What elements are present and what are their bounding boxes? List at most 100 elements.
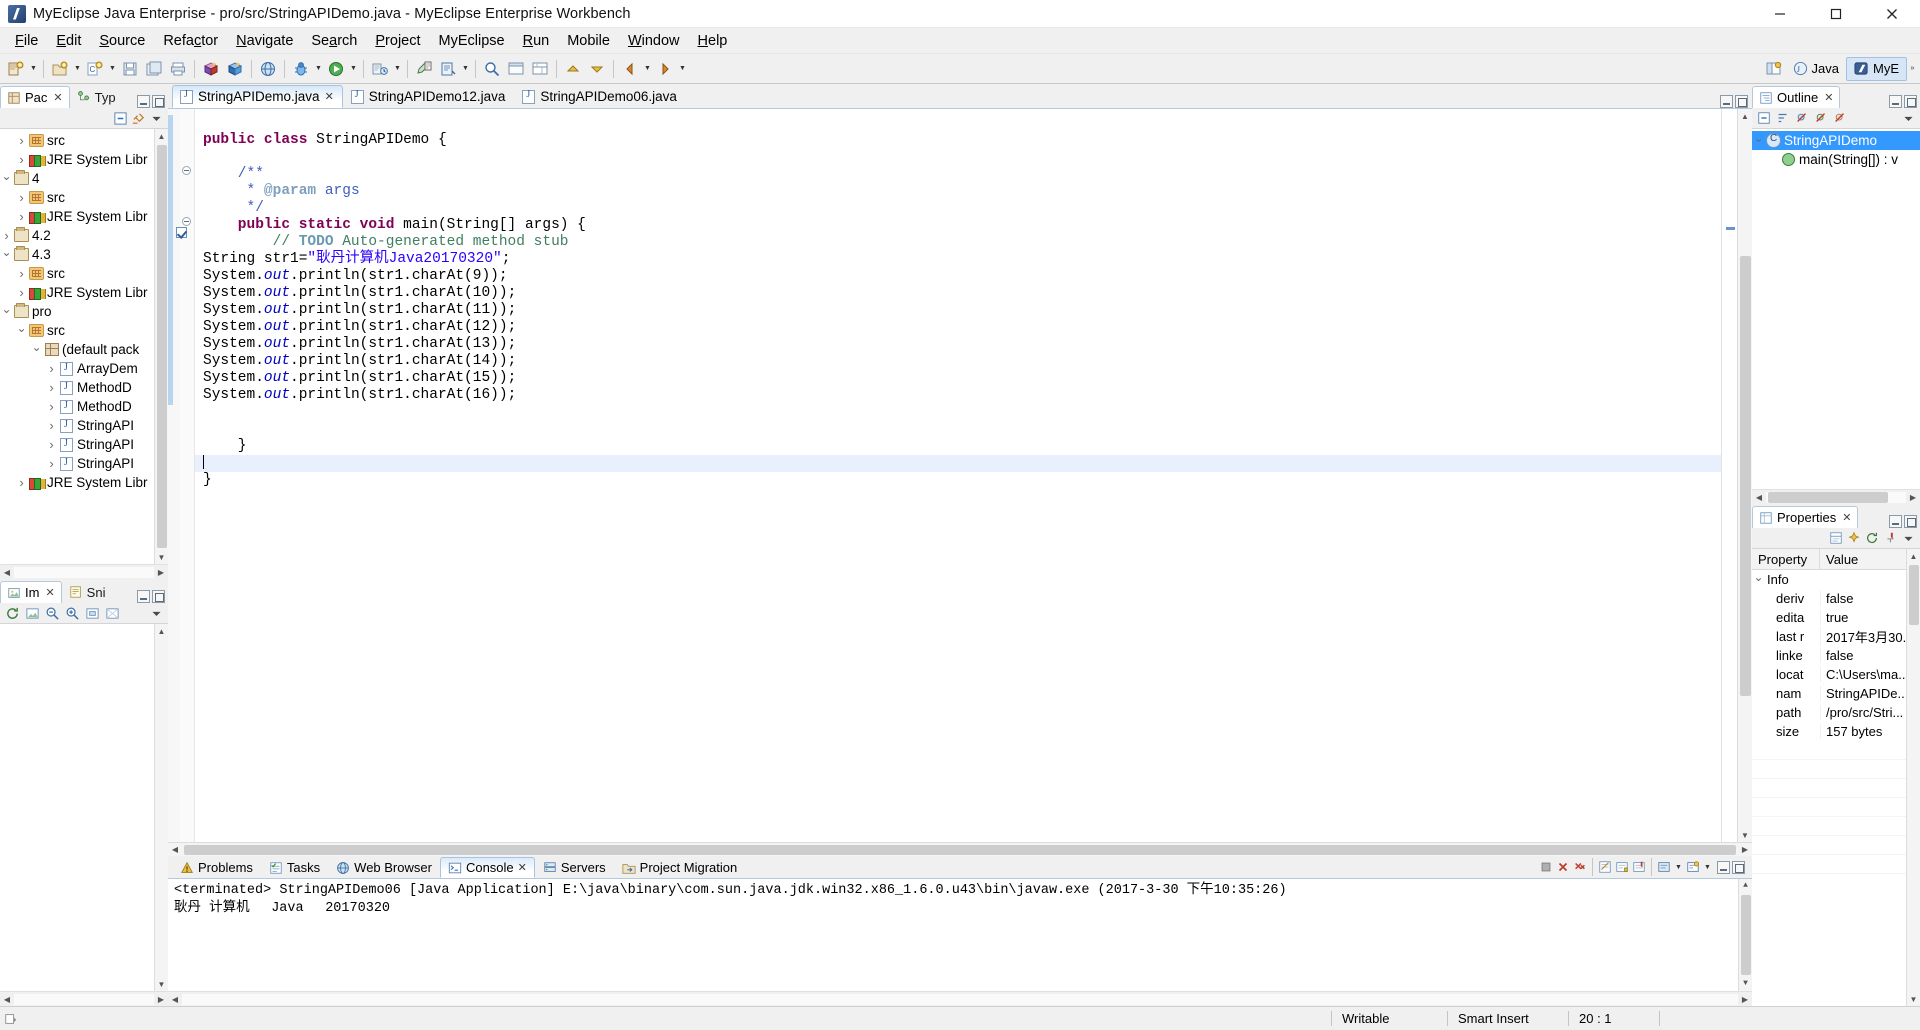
menu-window[interactable]: Window xyxy=(619,30,689,52)
tab-image-viewer[interactable]: Im ✕ xyxy=(0,581,62,603)
menu-file[interactable]: File xyxy=(6,30,47,52)
menu-run[interactable]: Run xyxy=(514,30,559,52)
hscroll-track[interactable] xyxy=(14,993,154,1005)
scroll-down-icon[interactable]: ▼ xyxy=(1907,992,1920,1006)
outline-hscroll[interactable]: ◀ ▶ xyxy=(1752,489,1920,504)
package-explorer-body[interactable]: src JRE System Libr 4 src JRE System Libr 4.2… xyxy=(0,129,168,564)
console-scrollbar[interactable]: ▲ ▼ xyxy=(1738,879,1752,991)
properties-row[interactable]: nam StringAPIDe... xyxy=(1752,684,1906,703)
tab-properties[interactable]: Properties ✕ xyxy=(1752,506,1859,528)
show-categories-icon[interactable] xyxy=(1828,530,1844,546)
print-icon[interactable] xyxy=(167,58,189,80)
link-with-editor-icon[interactable] xyxy=(130,110,146,126)
terminate-all-icon[interactable] xyxy=(1538,859,1554,875)
tab-servers[interactable]: Servers xyxy=(535,857,614,878)
tree-twisty-icon[interactable] xyxy=(0,305,13,319)
open-type-icon[interactable] xyxy=(437,58,459,80)
tree-twisty-icon[interactable] xyxy=(45,361,58,376)
new-class-icon[interactable]: C xyxy=(84,58,106,80)
scroll-up-icon[interactable]: ▲ xyxy=(1739,879,1752,893)
perspective-java[interactable]: J Java xyxy=(1786,57,1846,81)
back-icon[interactable] xyxy=(619,58,641,80)
hide-static-icon[interactable] xyxy=(1813,110,1829,126)
scroll-thumb[interactable] xyxy=(1908,565,1919,625)
tree-item[interactable]: JRE System Libr xyxy=(0,207,154,226)
perspective-more-icon[interactable]: » xyxy=(1907,58,1918,80)
hscroll-track[interactable] xyxy=(182,993,1738,1005)
collapse-all-icon[interactable] xyxy=(1756,110,1772,126)
tab-tasks[interactable]: Tasks xyxy=(261,857,328,878)
menu-edit[interactable]: Edit xyxy=(47,30,90,52)
editor-gutter[interactable] xyxy=(168,109,195,842)
outline-tree[interactable]: StringAPIDemo main(String[]) : v xyxy=(1752,129,1920,169)
run-dropdown-icon[interactable]: ▼ xyxy=(348,58,359,80)
run-external-tools-icon[interactable] xyxy=(369,58,391,80)
clear-console-icon[interactable] xyxy=(1597,859,1613,875)
maximize-button[interactable] xyxy=(1808,0,1864,28)
scroll-down-icon[interactable]: ▼ xyxy=(155,977,168,991)
search-icon[interactable] xyxy=(481,58,503,80)
tree-item[interactable]: (default pack xyxy=(0,340,154,359)
scroll-right-icon[interactable]: ▶ xyxy=(1906,491,1920,504)
maximize-view-icon[interactable] xyxy=(152,95,165,108)
minimize-editor-icon[interactable] xyxy=(1720,95,1733,108)
minimize-view-icon[interactable] xyxy=(137,95,150,108)
external-tools-dropdown-icon[interactable]: ▼ xyxy=(392,58,403,80)
tab-package-explorer[interactable]: Pac ✕ xyxy=(0,86,70,108)
tree-item[interactable]: 4.2 xyxy=(0,226,154,245)
maximize-view-icon[interactable] xyxy=(1904,515,1917,528)
new-annotation-icon[interactable] xyxy=(413,58,435,80)
remove-all-launches-icon[interactable] xyxy=(1572,859,1588,875)
tree-twisty-icon[interactable] xyxy=(0,172,13,186)
scroll-left-icon[interactable]: ◀ xyxy=(168,993,182,1006)
tree-item[interactable]: JRE System Libr xyxy=(0,283,154,302)
display-selected-console-icon[interactable] xyxy=(1656,859,1672,875)
properties-rows[interactable]: Info deriv false edita true last r 2017年3月30..… xyxy=(1752,570,1906,874)
tree-item[interactable]: 4.3 xyxy=(0,245,154,264)
view-menu-icon[interactable] xyxy=(148,110,164,126)
properties-scrollbar[interactable]: ▲ ▼ xyxy=(1906,549,1920,1006)
perspective-myeclipse[interactable]: MyE xyxy=(1846,56,1907,81)
menu-source[interactable]: Source xyxy=(90,30,154,52)
image-thumbnail-icon[interactable] xyxy=(24,605,40,621)
scroll-right-icon[interactable]: ▶ xyxy=(1738,993,1752,1006)
maximize-view-icon[interactable] xyxy=(1732,860,1745,874)
console-hscroll[interactable]: ◀ ▶ xyxy=(168,991,1752,1006)
tree-twisty-icon[interactable] xyxy=(15,285,28,300)
save-all-icon[interactable] xyxy=(143,58,165,80)
minimize-view-icon[interactable] xyxy=(1889,515,1902,528)
outline-body[interactable]: StringAPIDemo main(String[]) : v xyxy=(1752,129,1920,489)
menu-navigate[interactable]: Navigate xyxy=(227,30,302,52)
tree-item[interactable]: StringAPI xyxy=(0,416,154,435)
toggle-breadcrumb-icon[interactable] xyxy=(529,58,551,80)
ruler-marker[interactable] xyxy=(1726,227,1735,230)
tree-item[interactable]: StringAPI xyxy=(0,454,154,473)
zoom-in-icon[interactable] xyxy=(64,605,80,621)
properties-row[interactable]: linke false xyxy=(1752,646,1906,665)
hscroll-track[interactable] xyxy=(1766,491,1906,503)
package-explorer-hscroll[interactable]: ◀ ▶ xyxy=(0,564,168,579)
menu-help[interactable]: Help xyxy=(689,30,737,52)
properties-row[interactable]: locat C:\Users\ma... xyxy=(1752,665,1906,684)
editor-tab-stringapidemo12[interactable]: StringAPIDemo12.java xyxy=(343,85,515,108)
debug-icon[interactable] xyxy=(290,58,312,80)
open-perspective-icon[interactable] xyxy=(1763,58,1785,80)
source-code[interactable]: public class StringAPIDemo { /** * @para… xyxy=(195,109,1721,842)
view-menu-icon[interactable] xyxy=(1900,530,1916,546)
tree-item[interactable]: src xyxy=(0,131,154,150)
properties-row[interactable]: last r 2017年3月30... xyxy=(1752,627,1906,646)
tree-item[interactable]: JRE System Libr xyxy=(0,150,154,169)
package-explorer-tree[interactable]: src JRE System Libr 4 src JRE System Libr 4.2… xyxy=(0,129,154,564)
tree-item[interactable]: MethodD xyxy=(0,397,154,416)
scroll-down-icon[interactable]: ▼ xyxy=(1739,977,1752,991)
editor-horizontal-scrollbar[interactable]: ◀ ▶ xyxy=(168,842,1752,856)
tree-twisty-icon[interactable] xyxy=(45,418,58,433)
tab-outline[interactable]: Outline ✕ xyxy=(1752,86,1841,108)
tree-twisty-icon[interactable] xyxy=(45,456,58,471)
fold-collapse-icon[interactable] xyxy=(182,166,191,175)
close-icon[interactable]: ✕ xyxy=(1842,511,1851,524)
view-menu-icon[interactable] xyxy=(1900,110,1916,126)
scroll-left-icon[interactable]: ◀ xyxy=(1752,491,1766,504)
tree-twisty-icon[interactable] xyxy=(0,248,13,262)
open-type-dropdown-icon[interactable]: ▼ xyxy=(460,58,471,80)
